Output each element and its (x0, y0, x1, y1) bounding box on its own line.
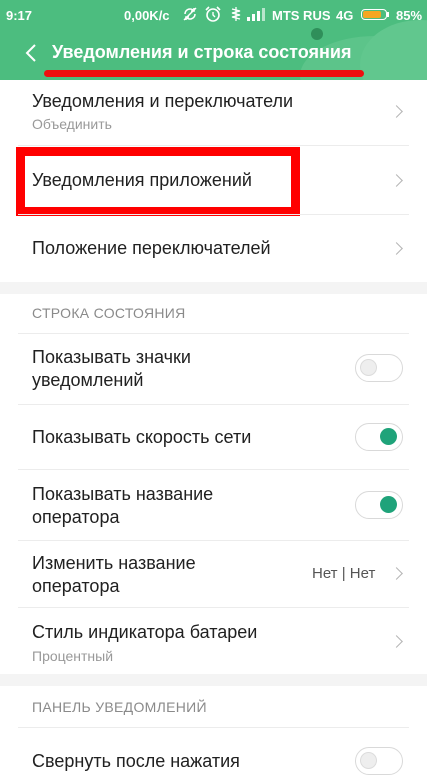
section-gap (0, 282, 427, 294)
status-network-speed: 0,00K/c (124, 8, 170, 23)
list-item-collapse-after-tap[interactable]: Свернуть после нажатия (0, 728, 427, 775)
list-item-title-line2: оператора (32, 507, 120, 527)
toggle-switch[interactable] (355, 423, 403, 451)
list-item-show-operator-name[interactable]: Показывать название оператора (0, 470, 427, 540)
back-button[interactable] (18, 38, 46, 68)
status-bar: 9:17 0,00K/c MTS RUS 4G 85% (0, 0, 427, 30)
list-item-title: Стиль индикатора батареи (32, 622, 258, 642)
list-item-battery-indicator-style[interactable]: Стиль индикатора батареи Процентный (0, 608, 427, 674)
list-item-toggles-position[interactable]: Положение переключателей (0, 215, 427, 282)
list-item-value: Нет | Нет (312, 565, 376, 582)
status-battery-percent: 85% (396, 8, 423, 23)
battery-tip (387, 12, 389, 17)
list-item-show-notification-icons[interactable]: Показывать значки уведомлений (0, 334, 427, 404)
highlight-underline (44, 70, 364, 77)
list-item-title-line1: Показывать название (32, 484, 214, 504)
sync-icon (181, 5, 199, 26)
app-header: 9:17 0,00K/c MTS RUS 4G 85% Уведомления … (0, 0, 427, 80)
list-item-title: Свернуть после нажатия (32, 751, 240, 771)
toggle-knob (380, 428, 397, 445)
toggle-knob (380, 496, 397, 513)
chevron-right-icon (390, 174, 403, 187)
chevron-right-icon (390, 105, 403, 118)
toggle-switch[interactable] (355, 354, 403, 382)
alarm-icon (204, 5, 222, 26)
signal-icon (246, 5, 266, 26)
vibrate-icon (229, 5, 243, 26)
highlight-box (16, 147, 300, 216)
list-item-title-line2: оператора (32, 576, 120, 596)
list-item-change-operator-name[interactable]: Изменить название оператора Нет | Нет (0, 541, 427, 607)
status-operator: MTS RUS (272, 8, 331, 23)
list-item-subtitle: Процентный (32, 648, 114, 664)
chevron-left-icon (25, 44, 36, 62)
toggle-knob (360, 752, 377, 769)
list-item-title-line1: Показывать значки (32, 347, 191, 367)
list-item-show-network-speed[interactable]: Показывать скорость сети (0, 405, 427, 469)
status-network-type: 4G (336, 8, 354, 23)
chevron-right-icon (390, 635, 403, 648)
list-item-subtitle: Объединить (32, 116, 112, 132)
toggle-switch[interactable] (355, 491, 403, 519)
chevron-right-icon (390, 567, 403, 580)
section-header-status-bar: СТРОКА СОСТОЯНИЯ (32, 305, 186, 321)
list-item-title-line2: уведомлений (32, 370, 144, 390)
battery-icon (361, 9, 387, 20)
toggle-knob (360, 359, 377, 376)
toggle-switch[interactable] (355, 747, 403, 775)
chevron-right-icon (390, 242, 403, 255)
list-item-title: Показывать скорость сети (32, 427, 252, 447)
list-item-notifications-toggles[interactable]: Уведомления и переключатели Объединить (0, 80, 427, 145)
page-title: Уведомления и строка состояния (52, 42, 352, 62)
status-time: 9:17 (6, 8, 33, 23)
battery-level (363, 11, 381, 18)
list-item-title: Положение переключателей (32, 238, 271, 258)
list-item-title-line1: Изменить название (32, 553, 196, 573)
section-header-notification-panel: ПАНЕЛЬ УВЕДОМЛЕНИЙ (32, 699, 207, 715)
section-gap (0, 674, 427, 686)
list-item-title: Уведомления и переключатели (32, 91, 294, 111)
